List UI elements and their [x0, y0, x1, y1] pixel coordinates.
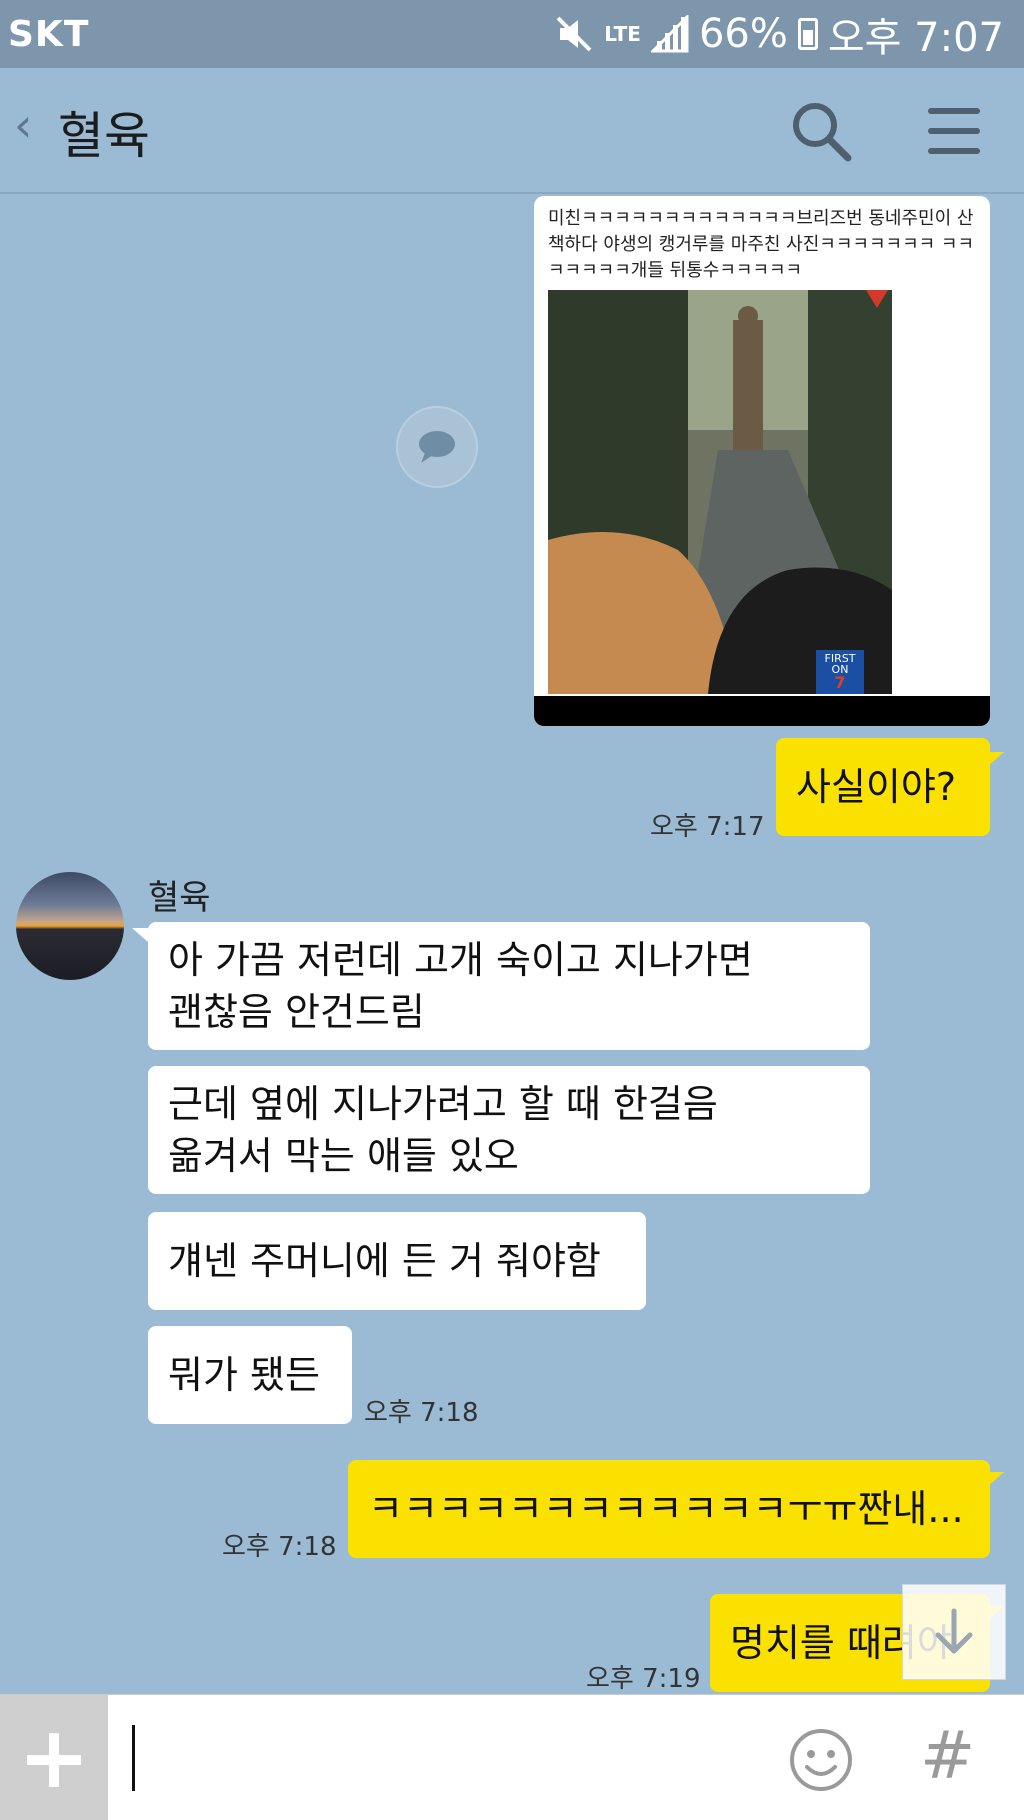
clock: 오후 7:07 — [827, 15, 1004, 61]
battery-percent: 66% — [698, 11, 788, 57]
status-icons: LTE 66% 오후 7:07 — [554, 10, 1004, 61]
timestamp: 오후 7:19 — [586, 1664, 701, 1694]
back-button[interactable]: ‹ — [14, 98, 32, 152]
their-message[interactable]: 뭐가 됐든 — [148, 1326, 352, 1424]
carrier-label: SKT — [8, 14, 90, 55]
chat-header: ‹ 혈육 — [0, 68, 1024, 194]
channel-badge: FIRST ON 7 — [816, 650, 864, 694]
add-attachment-button[interactable]: + — [0, 1695, 108, 1820]
speech-bubble-icon — [419, 431, 455, 463]
their-message[interactable]: 아 가끔 저런데 고개 숙이고 지나가면 괜찮음 안건드림 — [148, 922, 870, 1050]
arrow-down-icon — [935, 1608, 973, 1654]
input-bar: + # — [0, 1694, 1024, 1820]
scroll-to-bottom-button[interactable] — [902, 1584, 1006, 1680]
my-message[interactable]: 사실이야? — [776, 738, 990, 836]
message-text: ㅋㅋㅋㅋㅋㅋㅋㅋㅋㅋㅋㅋㅜㅠ짠내... — [368, 1487, 964, 1531]
share-button[interactable] — [396, 406, 478, 488]
chat-title: 혈육 — [58, 107, 150, 165]
search-icon[interactable] — [788, 98, 854, 164]
mute-icon — [554, 14, 594, 54]
message-input[interactable] — [132, 1725, 135, 1791]
image-bottom-bar — [534, 696, 990, 726]
avatar[interactable] — [16, 872, 124, 980]
chat-area[interactable]: 미친ㅋㅋㅋㅋㅋㅋㅋㅋㅋㅋㅋㅋㅋ브리즈번 동네주민이 산책하다 야생의 캥거루를 … — [0, 196, 1024, 1694]
timestamp: 오후 7:18 — [222, 1532, 337, 1562]
plus-icon: + — [17, 1708, 91, 1808]
kangaroo-photo — [548, 290, 892, 694]
signal-icon — [650, 15, 689, 53]
emoji-icon[interactable] — [788, 1727, 854, 1793]
my-message[interactable]: ㅋㅋㅋㅋㅋㅋㅋㅋㅋㅋㅋㅋㅜㅠ짠내... — [348, 1460, 990, 1558]
sender-name: 혈육 — [148, 878, 211, 918]
message-text-line: 근데 옆에 지나가려고 할 때 한걸음 — [168, 1082, 718, 1126]
image-message[interactable]: 미친ㅋㅋㅋㅋㅋㅋㅋㅋㅋㅋㅋㅋㅋ브리즈번 동네주민이 산책하다 야생의 캥거루를 … — [534, 196, 990, 726]
image-caption: 미친ㅋㅋㅋㅋㅋㅋㅋㅋㅋㅋㅋㅋㅋ브리즈번 동네주민이 산책하다 야생의 캥거루를 … — [548, 208, 975, 281]
menu-icon[interactable] — [928, 108, 980, 154]
battery-icon — [797, 18, 818, 50]
bubble-tail — [988, 1472, 1004, 1486]
their-message[interactable]: 근데 옆에 지나가려고 할 때 한걸음 옮겨서 막는 애들 있오 — [148, 1066, 870, 1194]
message-text-line: 옮겨서 막는 애들 있오 — [168, 1134, 519, 1178]
message-text-line: 아 가끔 저런데 고개 숙이고 지나가면 — [168, 938, 753, 982]
message-text-line: 괜찮음 안건드림 — [168, 990, 425, 1034]
their-message[interactable]: 걔넨 주머니에 든 거 줘야함 — [148, 1212, 646, 1310]
hash-icon[interactable]: # — [920, 1717, 975, 1794]
bubble-tail — [988, 752, 1004, 766]
message-text: 뭐가 됐든 — [168, 1353, 320, 1397]
status-bar: SKT LTE 66% 오후 7:07 — [0, 0, 1024, 68]
bubble-tail — [132, 928, 148, 942]
lte-icon: LTE — [604, 22, 641, 46]
message-text: 걔넨 주머니에 든 거 줘야함 — [168, 1239, 601, 1283]
timestamp: 오후 7:17 — [650, 812, 765, 842]
timestamp: 오후 7:18 — [364, 1398, 479, 1428]
message-text: 사실이야? — [796, 765, 957, 809]
